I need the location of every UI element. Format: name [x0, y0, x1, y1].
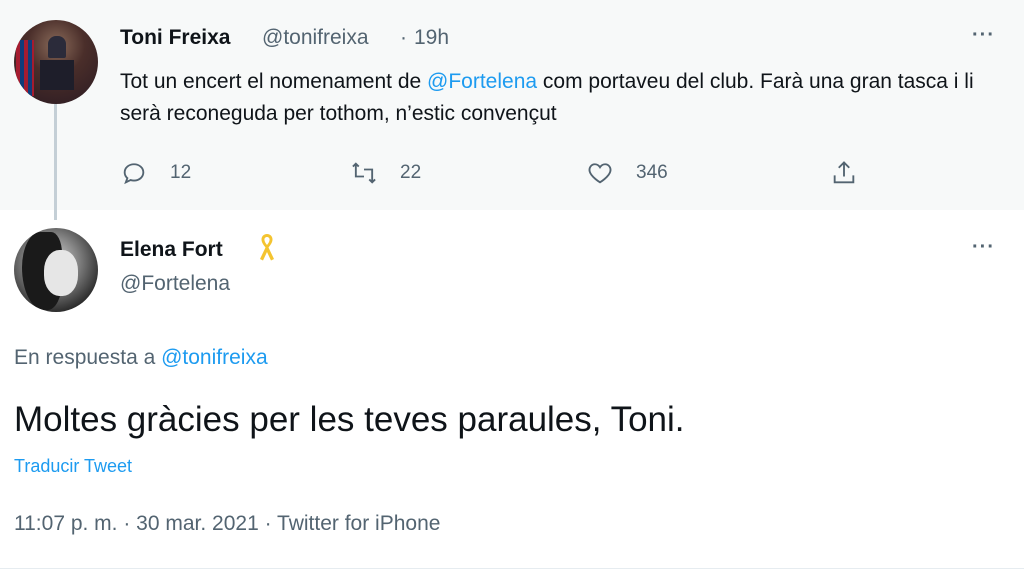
reply-handle-link[interactable]: @tonifreixa	[161, 346, 268, 369]
parent-tweet[interactable]: Toni Freixa @tonifreixa · 19h ··· Tot un…	[0, 0, 1024, 210]
retweet-icon	[352, 162, 376, 184]
toni-freixa-avatar[interactable]	[14, 20, 98, 104]
more-icon[interactable]: ···	[972, 236, 995, 259]
avatar-podium	[40, 60, 74, 90]
tweet1-mention[interactable]: @Fortelena	[427, 70, 537, 93]
like-icon	[588, 163, 612, 184]
divider	[0, 568, 1024, 569]
reply-context: En respuesta a @tonifreixa	[14, 346, 268, 370]
tweet2-timestamp[interactable]: 11:07 p. m. · 30 mar. 2021 · Twitter for…	[14, 512, 440, 536]
more-icon[interactable]: ···	[972, 24, 995, 47]
tweet2-author-name[interactable]: Elena Fort	[120, 238, 223, 262]
tweet2-text: Moltes gràcies per les teves paraules, T…	[14, 400, 685, 439]
tweet1-text-before: Tot un encert el nomenament de	[120, 70, 428, 93]
translate-tweet-link[interactable]: Traducir Tweet	[14, 456, 132, 477]
reply-icon	[123, 163, 145, 185]
avatar-face	[44, 250, 78, 296]
like-count: 346	[636, 162, 668, 183]
elena-fort-avatar[interactable]	[14, 228, 98, 312]
retweet-button[interactable]: 22	[350, 158, 421, 188]
share-icon	[833, 161, 855, 184]
retweet-count: 22	[400, 162, 422, 183]
thread-connector-line	[54, 104, 57, 220]
avatar-speaker	[48, 36, 66, 58]
yellow-ribbon-icon	[260, 234, 274, 261]
like-button[interactable]: 346	[586, 158, 668, 188]
tweet2-author-handle[interactable]: @Fortelena	[120, 272, 230, 296]
tweet1-author-handle[interactable]: @tonifreixa	[262, 26, 369, 50]
share-button[interactable]	[830, 158, 880, 188]
tweet1-author-name[interactable]: Toni Freixa	[120, 26, 230, 50]
avatar-flag	[16, 40, 34, 96]
reply-prefix: En respuesta a	[14, 346, 162, 369]
tweet1-time[interactable]: 19h	[414, 26, 449, 50]
tweet1-text: Tot un encert el nomenament de @Fortelen…	[120, 66, 1000, 130]
reply-button[interactable]: 12	[120, 158, 191, 188]
tweet1-separator: ·	[400, 26, 407, 49]
reply-count: 12	[170, 162, 192, 183]
